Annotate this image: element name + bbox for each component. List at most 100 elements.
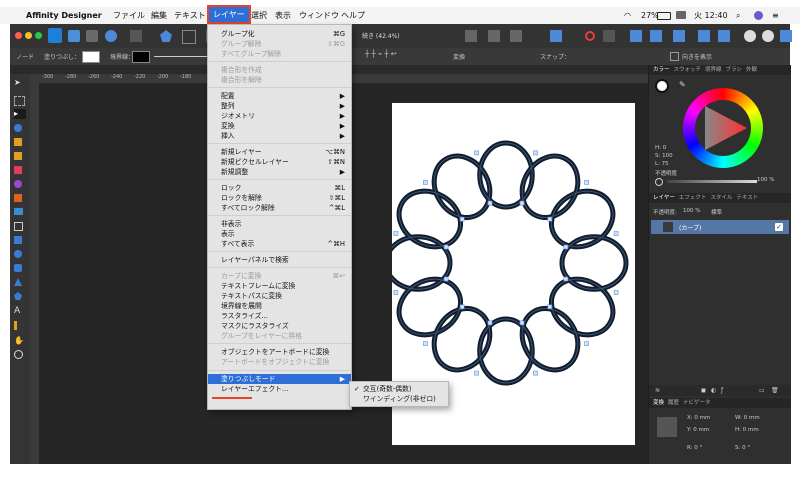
ellipse-tool-icon[interactable]	[14, 250, 22, 258]
xor-icon[interactable]	[762, 30, 774, 42]
notification-center-icon[interactable]: ≡	[772, 8, 779, 23]
add-layer-icon[interactable]: ▭	[759, 387, 765, 394]
stroke-swatch[interactable]	[132, 51, 150, 63]
menu-item[interactable]: 新規レイヤー ⌥⌘N	[208, 147, 351, 157]
snap-options-icon[interactable]	[603, 30, 615, 42]
curve-node[interactable]	[613, 290, 619, 295]
rounded-rectangle-tool-icon[interactable]	[14, 264, 22, 272]
curve-node[interactable]	[443, 244, 449, 250]
hand-tool-icon[interactable]: ✋	[14, 336, 26, 346]
view-mode-icon[interactable]	[130, 30, 142, 42]
delete-layer-icon[interactable]: 🗑	[771, 387, 779, 394]
curve-node[interactable]	[487, 320, 493, 326]
menu-item[interactable]: グループ化 ⌘G	[208, 29, 351, 39]
fill-tool-icon[interactable]	[14, 180, 22, 188]
node-action-icons[interactable]: ┼ ┼ ⌁ ┼ ↩	[365, 50, 397, 58]
battery-icon[interactable]	[657, 12, 671, 20]
node-tool-icon[interactable]: ▸	[14, 109, 26, 119]
menu-item[interactable]: テキストパスに変換	[208, 291, 351, 301]
divide-icon[interactable]	[780, 30, 792, 42]
brush-tool-icon[interactable]	[14, 166, 22, 174]
curve-node[interactable]	[393, 290, 399, 295]
tab-stroke[interactable]: 境界線	[705, 67, 722, 73]
zoom-level[interactable]: 続き (42.4%)	[362, 31, 400, 40]
submenu-item-winding[interactable]: ワインディング(非ゼロ)	[350, 394, 448, 404]
blend-mode-select[interactable]: 標準	[711, 208, 722, 216]
x-field[interactable]: X: 0 mm	[687, 415, 710, 421]
siri-icon[interactable]	[754, 11, 763, 20]
curve-node[interactable]	[563, 244, 569, 250]
menu-item[interactable]: 表示	[208, 229, 351, 239]
corner-tool-icon[interactable]	[14, 124, 22, 132]
rotation-field[interactable]: R: 0 °	[687, 445, 702, 451]
h-field[interactable]: H: 0 mm	[735, 427, 759, 433]
order-back-icon[interactable]	[630, 30, 642, 42]
adjustment-icon[interactable]: ◐	[711, 387, 716, 394]
curve-node[interactable]	[547, 216, 553, 222]
layers-panel-tabs[interactable]: レイヤー エフェクト スタイル テキスト	[649, 193, 791, 203]
vertical-ruler[interactable]	[30, 83, 39, 464]
insert-icon[interactable]	[550, 30, 562, 42]
curve-node[interactable]	[519, 200, 525, 206]
menu-layer[interactable]: レイヤー	[207, 5, 251, 24]
curve-node[interactable]	[423, 180, 428, 185]
shear-field[interactable]: S: 0 °	[735, 445, 750, 451]
y-field[interactable]: Y: 0 mm	[687, 427, 709, 433]
pen-tool-icon[interactable]	[14, 138, 22, 146]
menu-select[interactable]: 選択	[251, 8, 267, 23]
crop-tool-icon[interactable]	[14, 222, 23, 231]
menu-item[interactable]: ロックを解除 ⇧⌘L	[208, 193, 351, 203]
menu-item[interactable]: 挿入 ▶	[208, 131, 351, 141]
snap-frame-icon[interactable]	[182, 30, 196, 44]
tab-color[interactable]: カラー	[653, 67, 670, 73]
curve-node[interactable]	[423, 341, 428, 346]
curve-node[interactable]	[474, 150, 479, 156]
menu-text[interactable]: テキスト	[174, 8, 206, 23]
color-wheel[interactable]	[683, 88, 763, 168]
pencil-tool-icon[interactable]	[14, 152, 22, 160]
curve-node[interactable]	[613, 231, 619, 236]
curve-node[interactable]	[547, 304, 553, 310]
curve-node[interactable]	[519, 320, 525, 326]
opacity-value[interactable]: 100 %	[757, 177, 774, 183]
tab-transform[interactable]: 変換	[653, 400, 664, 406]
menu-item[interactable]: 変換 ▶	[208, 121, 351, 131]
display-icon[interactable]	[676, 11, 686, 19]
menu-item[interactable]: 整列 ▶	[208, 101, 351, 111]
menu-item[interactable]: ロック ⌘L	[208, 183, 351, 193]
menu-item[interactable]: 配置 ▶	[208, 91, 351, 101]
opacity-slider[interactable]	[667, 180, 757, 183]
color-panel-tabs[interactable]: カラー スウォッチ 境界線 ブラシ 外観	[649, 65, 791, 75]
fill-swatch[interactable]	[82, 51, 100, 63]
boolean-subtract-icon[interactable]	[718, 30, 730, 42]
transparency-tool-icon[interactable]	[14, 194, 22, 202]
anchor-selector[interactable]	[657, 417, 677, 437]
w-field[interactable]: W: 0 mm	[735, 415, 760, 421]
designer-persona-icon[interactable]	[48, 28, 62, 43]
share-icon[interactable]	[105, 30, 117, 42]
polygon-tool-icon[interactable]	[14, 292, 22, 300]
menu-item[interactable]: 境界線を展開	[208, 301, 351, 311]
intersect-icon[interactable]	[744, 30, 756, 42]
curve-node[interactable]	[474, 370, 479, 376]
tab-effects[interactable]: エフェクト	[679, 195, 707, 201]
layer-opacity-value[interactable]: 100 %	[683, 208, 700, 214]
curve-node[interactable]	[459, 216, 465, 222]
move-tool-icon[interactable]: ➤	[14, 78, 26, 88]
menu-item[interactable]: 新規ピクセルレイヤー ⇧⌘N	[208, 157, 351, 167]
menu-help[interactable]: ヘルプ	[341, 8, 365, 23]
transform-icon[interactable]	[510, 30, 522, 42]
menu-item[interactable]: すべて表示 ^⌘H	[208, 239, 351, 249]
fx-icon[interactable]: ƒ	[721, 387, 723, 394]
artboard-tool-icon[interactable]	[14, 96, 25, 106]
menu-item[interactable]: 新規調整 ▶	[208, 167, 351, 177]
menu-file[interactable]: ファイル	[113, 8, 145, 23]
show-orientation-checkbox[interactable]	[670, 52, 679, 61]
menu-item[interactable]: ラスタライズ...	[208, 311, 351, 321]
curve-node[interactable]	[533, 150, 538, 156]
menu-item[interactable]: すべてロック解除 ^⌘L	[208, 203, 351, 213]
menu-item[interactable]: レイヤーパネルで検索	[208, 255, 351, 265]
menu-item[interactable]: 非表示	[208, 219, 351, 229]
stroke-width-slider[interactable]	[154, 56, 208, 57]
tab-appearance[interactable]: 外観	[746, 67, 757, 73]
